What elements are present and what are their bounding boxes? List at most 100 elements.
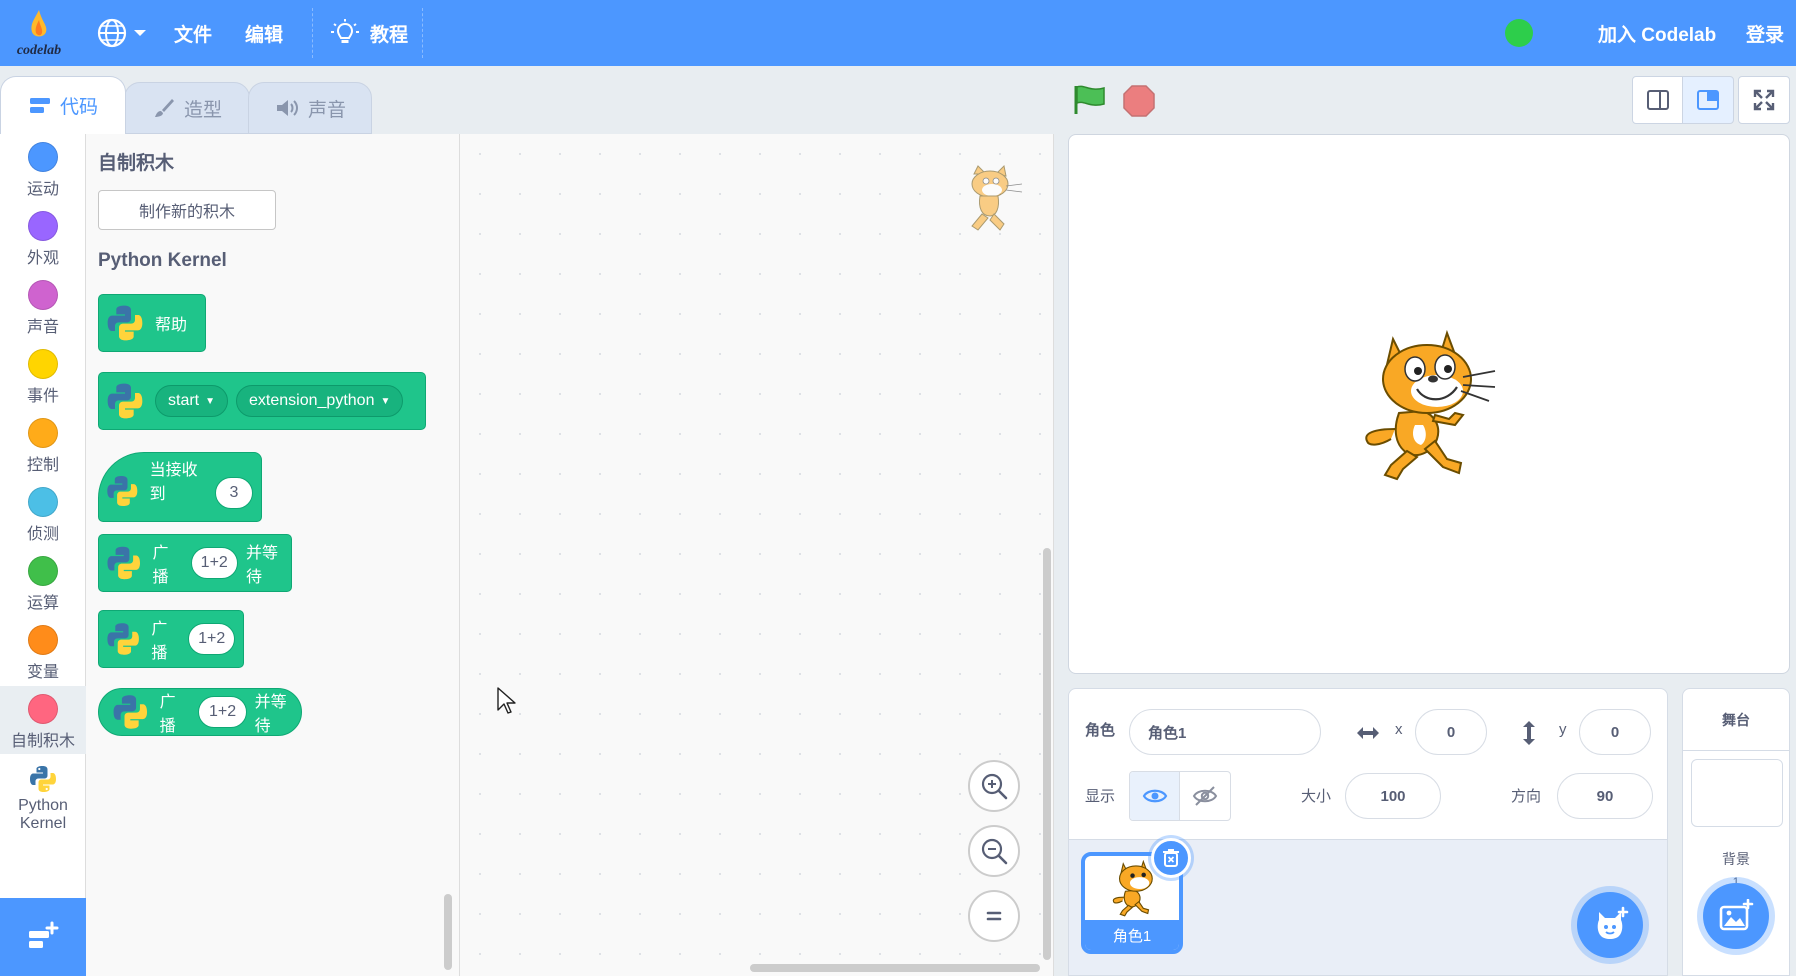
show-label: 显示 bbox=[1085, 788, 1116, 805]
category-dot bbox=[28, 625, 58, 655]
direction-label: 方向 bbox=[1511, 788, 1542, 805]
zoom-reset-button[interactable] bbox=[968, 890, 1020, 942]
category-sensing[interactable]: 侦测 bbox=[0, 479, 86, 547]
category-looks[interactable]: 外观 bbox=[0, 203, 86, 271]
menu-divider bbox=[312, 8, 313, 58]
category-label: 外观 bbox=[26, 250, 59, 267]
add-sprite-icon bbox=[1597, 906, 1629, 939]
eye-slash-icon bbox=[1192, 786, 1218, 806]
start-dropdown[interactable]: start ▼ bbox=[155, 385, 229, 417]
category-operators[interactable]: 运算 bbox=[0, 548, 86, 616]
stage-target-pane[interactable]: 舞台 背景 1 bbox=[1682, 688, 1790, 976]
python-start-extension-block[interactable]: start ▼ extension_python ▼ bbox=[98, 372, 426, 430]
stage-pane-title: 舞台 bbox=[1683, 689, 1789, 751]
category-label-line2: Kernel bbox=[19, 815, 67, 832]
category-control[interactable]: 控制 bbox=[0, 410, 86, 478]
zoom-in-button[interactable] bbox=[968, 760, 1020, 812]
visibility-toggle bbox=[1129, 771, 1231, 821]
size-input[interactable]: 100 bbox=[1345, 773, 1441, 819]
extension-dropdown[interactable]: extension_python ▼ bbox=[236, 385, 404, 417]
codelab-logo[interactable]: codelab bbox=[8, 6, 70, 60]
blocks-palette: 自制积木 制作新的积木 Python Kernel 帮助 start ▼ ext… bbox=[86, 134, 460, 976]
category-dot bbox=[28, 418, 58, 448]
zoom-in-icon bbox=[981, 773, 1008, 800]
category-dot bbox=[28, 280, 58, 310]
stop-icon[interactable] bbox=[1122, 84, 1156, 118]
small-stage-button[interactable] bbox=[1632, 76, 1684, 124]
python-broadcast-block[interactable]: 广播 1+2 bbox=[98, 610, 244, 668]
svg-text:codelab: codelab bbox=[17, 43, 61, 58]
login-link[interactable]: 登录 bbox=[1746, 0, 1784, 66]
block-label: 广播 bbox=[151, 621, 168, 662]
python-help-block[interactable]: 帮助 bbox=[98, 294, 206, 352]
green-flag-icon[interactable] bbox=[1072, 84, 1108, 116]
block-suffix: 并等待 bbox=[254, 694, 287, 735]
delete-sprite-button[interactable] bbox=[1151, 838, 1191, 878]
join-codelab-link[interactable]: 加入 Codelab bbox=[1598, 0, 1716, 66]
hide-sprite-button[interactable] bbox=[1180, 772, 1230, 820]
sprite-name-input[interactable]: 角色1 bbox=[1129, 709, 1321, 755]
normal-stage-button[interactable] bbox=[1682, 76, 1734, 124]
category-motion[interactable]: 运动 bbox=[0, 134, 86, 202]
palette-scrollbar[interactable] bbox=[444, 894, 452, 970]
script-workspace[interactable] bbox=[460, 134, 1054, 976]
tab-sounds[interactable]: 声音 bbox=[248, 82, 372, 134]
tab-sounds-label: 声音 bbox=[307, 99, 346, 121]
mouse-cursor-icon bbox=[497, 687, 516, 714]
category-sound[interactable]: 声音 bbox=[0, 272, 86, 340]
code-blocks-icon bbox=[29, 97, 50, 113]
workspace-vertical-scrollbar[interactable] bbox=[1043, 548, 1051, 960]
edit-menu[interactable]: 编辑 bbox=[245, 0, 283, 66]
block-value-input[interactable]: 1+2 bbox=[190, 547, 238, 579]
category-dot bbox=[28, 211, 58, 241]
category-variables[interactable]: 变量 bbox=[0, 617, 86, 685]
x-position-input[interactable]: 0 bbox=[1415, 709, 1487, 755]
block-value-input[interactable]: 1+2 bbox=[188, 623, 236, 655]
language-menu[interactable] bbox=[96, 0, 148, 66]
python-when-receive-block[interactable]: 当接收到 3 bbox=[98, 452, 262, 522]
normal-stage-icon bbox=[1697, 90, 1719, 110]
category-label: 控制 bbox=[26, 457, 59, 474]
choose-sprite-button[interactable] bbox=[1577, 892, 1643, 958]
category-my-blocks[interactable]: 自制积木 bbox=[0, 686, 86, 754]
tab-code[interactable]: 代码 bbox=[0, 76, 126, 134]
choose-backdrop-button[interactable] bbox=[1703, 883, 1769, 949]
stage-canvas[interactable] bbox=[1068, 134, 1790, 674]
show-sprite-button[interactable] bbox=[1130, 772, 1181, 820]
stage-thumbnail bbox=[1691, 759, 1783, 827]
tutorials-menu[interactable]: 教程 bbox=[330, 0, 408, 66]
tab-costumes[interactable]: 造型 bbox=[124, 82, 250, 134]
file-menu[interactable]: 文件 bbox=[174, 0, 212, 66]
paintbrush-icon bbox=[154, 99, 174, 117]
add-backdrop-icon bbox=[1719, 899, 1754, 931]
category-label: 运动 bbox=[26, 181, 59, 198]
block-label: 当接收到 bbox=[149, 462, 198, 503]
zoom-out-button[interactable] bbox=[968, 825, 1020, 877]
python-logo-icon bbox=[107, 623, 139, 655]
workspace-horizontal-scrollbar[interactable] bbox=[750, 964, 1040, 972]
block-value-input[interactable]: 3 bbox=[215, 477, 253, 509]
python-logo-icon bbox=[30, 766, 56, 792]
block-value-input[interactable]: 1+2 bbox=[198, 696, 247, 728]
category-python-kernel[interactable]: Python Kernel bbox=[0, 758, 86, 838]
add-extension-button[interactable] bbox=[0, 898, 86, 976]
size-label: 大小 bbox=[1301, 788, 1332, 805]
category-label: 声音 bbox=[26, 319, 59, 336]
y-position-input[interactable]: 0 bbox=[1579, 709, 1651, 755]
python-broadcast-wait-reporter[interactable]: 广播 1+2 并等待 bbox=[98, 688, 302, 736]
python-broadcast-wait-block[interactable]: 广播 1+2 并等待 bbox=[98, 534, 292, 592]
category-dot bbox=[28, 487, 58, 517]
category-label: 侦测 bbox=[26, 526, 59, 543]
caret-down-icon: ▼ bbox=[205, 395, 216, 407]
cat-sprite-icon[interactable] bbox=[1355, 329, 1505, 485]
fullscreen-button[interactable] bbox=[1738, 76, 1790, 124]
caret-down-icon bbox=[134, 30, 146, 36]
sprite-label: 角色 bbox=[1085, 722, 1116, 739]
category-label-line1: Python bbox=[18, 797, 68, 814]
python-logo-icon bbox=[107, 546, 140, 580]
tab-costumes-label: 造型 bbox=[183, 99, 222, 121]
make-a-block-button[interactable]: 制作新的积木 bbox=[98, 190, 276, 230]
direction-input[interactable]: 90 bbox=[1557, 773, 1653, 819]
category-events[interactable]: 事件 bbox=[0, 341, 86, 409]
sprite-list: 角色1 bbox=[1068, 838, 1668, 976]
